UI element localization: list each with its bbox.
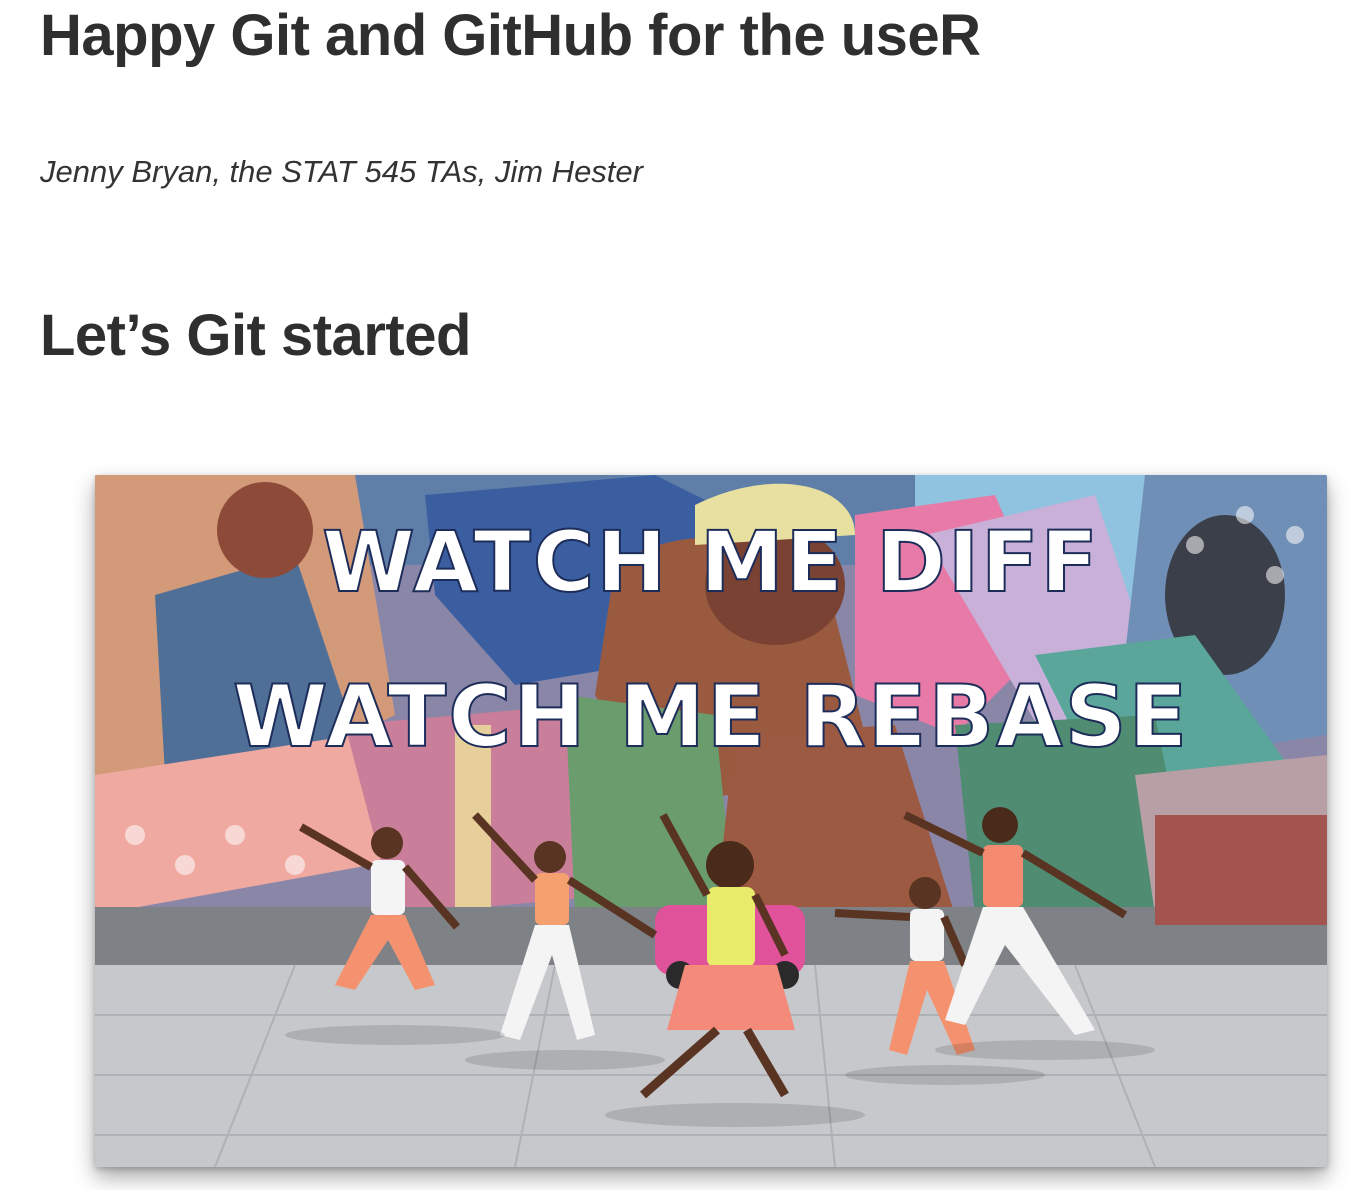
cover-image: WATCH ME DIFF WATCH ME REBASE [95,475,1327,1167]
cover-caption-line-2: WATCH ME REBASE [232,666,1190,768]
cover-caption-line-1: WATCH ME DIFF [321,512,1100,612]
book-authors: Jenny Bryan, the STAT 545 TAs, Jim Heste… [40,154,643,189]
book-title: Happy Git and GitHub for the useR [40,3,981,68]
chapter-title: Let’s Git started [40,303,471,368]
